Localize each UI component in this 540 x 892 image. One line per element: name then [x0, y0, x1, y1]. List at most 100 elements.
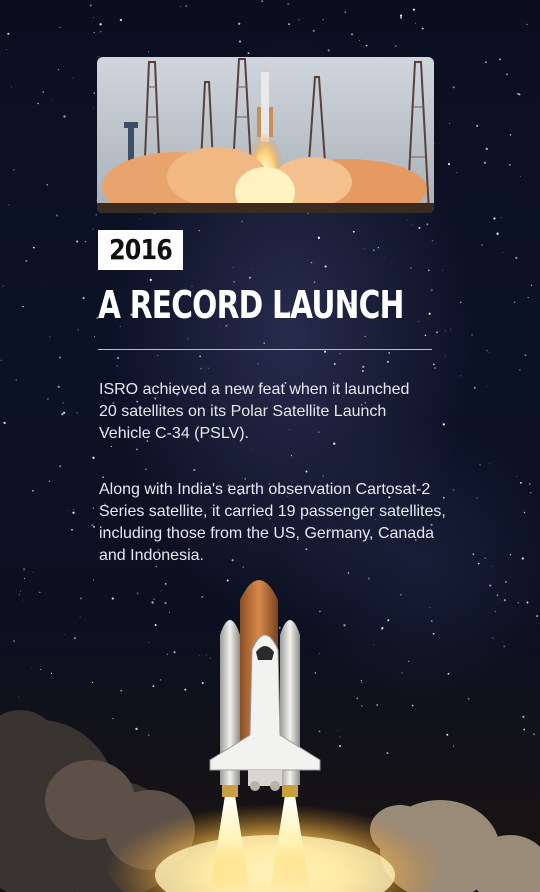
paragraph-line: Series satellite, it carried 19 passenge… [99, 503, 446, 520]
star [513, 301, 516, 304]
star [198, 229, 200, 232]
star [238, 22, 241, 25]
star [77, 329, 80, 331]
star [312, 29, 315, 33]
star [324, 350, 327, 353]
year-badge: 2016 [98, 230, 183, 270]
star [102, 476, 104, 478]
star [199, 367, 202, 370]
star [386, 360, 389, 363]
star [365, 44, 368, 47]
star [37, 103, 39, 105]
star [287, 3, 290, 6]
page-title: A RECORD LAUNCH [98, 283, 404, 327]
star [42, 91, 44, 93]
star [362, 370, 364, 372]
star [157, 355, 159, 356]
launch-photo [97, 57, 434, 213]
star [31, 667, 32, 669]
star [431, 239, 434, 242]
star [71, 528, 73, 531]
star [327, 49, 330, 52]
star [432, 632, 435, 635]
star [93, 92, 95, 94]
star [489, 462, 490, 464]
star [73, 637, 76, 640]
star [305, 470, 308, 473]
star [61, 413, 64, 416]
star [82, 297, 85, 300]
star [116, 356, 120, 360]
paragraph-line: Vehicle C-34 (PSLV). [99, 425, 249, 442]
star [516, 475, 518, 477]
star [199, 355, 201, 358]
star [430, 289, 433, 292]
star [187, 338, 189, 340]
star [59, 26, 61, 28]
star [92, 507, 95, 509]
star [51, 99, 53, 100]
star [449, 122, 451, 124]
star [76, 412, 78, 414]
star [2, 285, 4, 287]
star [180, 6, 182, 8]
star [456, 171, 458, 173]
star [429, 607, 431, 609]
star [249, 276, 251, 279]
star [64, 634, 66, 635]
star [93, 579, 95, 581]
star [489, 584, 492, 587]
star [63, 115, 66, 118]
star [509, 164, 511, 166]
star [476, 125, 479, 127]
paragraph-line: including those from the US, Germany, Ca… [99, 525, 434, 542]
star [119, 18, 123, 22]
star [364, 335, 366, 337]
star [92, 681, 94, 684]
star [72, 77, 74, 79]
star [388, 352, 390, 354]
star [232, 267, 234, 269]
star [483, 161, 487, 164]
star [241, 220, 244, 223]
space-shuttle-illustration [209, 580, 321, 892]
star [526, 23, 528, 26]
star [350, 33, 354, 36]
star [193, 468, 196, 472]
star [145, 468, 147, 471]
star [485, 147, 488, 151]
star [391, 260, 393, 262]
star [427, 269, 430, 272]
star [493, 217, 496, 220]
star [492, 637, 494, 639]
star [46, 184, 48, 186]
star [424, 334, 427, 337]
star [251, 449, 253, 451]
star [502, 252, 504, 253]
star [415, 22, 416, 24]
star [22, 305, 24, 308]
star [68, 509, 70, 511]
star [339, 353, 341, 355]
star [485, 61, 487, 63]
paragraph-line: ISRO achieved a new feat when it launche… [99, 381, 410, 398]
star [517, 93, 519, 95]
star [290, 455, 292, 457]
star [496, 232, 499, 235]
star [344, 11, 347, 14]
star [412, 8, 415, 11]
star [509, 554, 512, 556]
star [139, 218, 141, 220]
star [442, 269, 444, 271]
star [434, 143, 435, 145]
star [491, 565, 492, 567]
star [324, 265, 327, 268]
star [50, 672, 53, 675]
star [8, 204, 10, 206]
star [32, 571, 34, 573]
star [62, 402, 64, 404]
star [536, 615, 539, 617]
star [40, 668, 42, 671]
star [89, 4, 92, 7]
paragraph-line: 20 satellites on its Polar Satellite Lau… [99, 403, 387, 420]
